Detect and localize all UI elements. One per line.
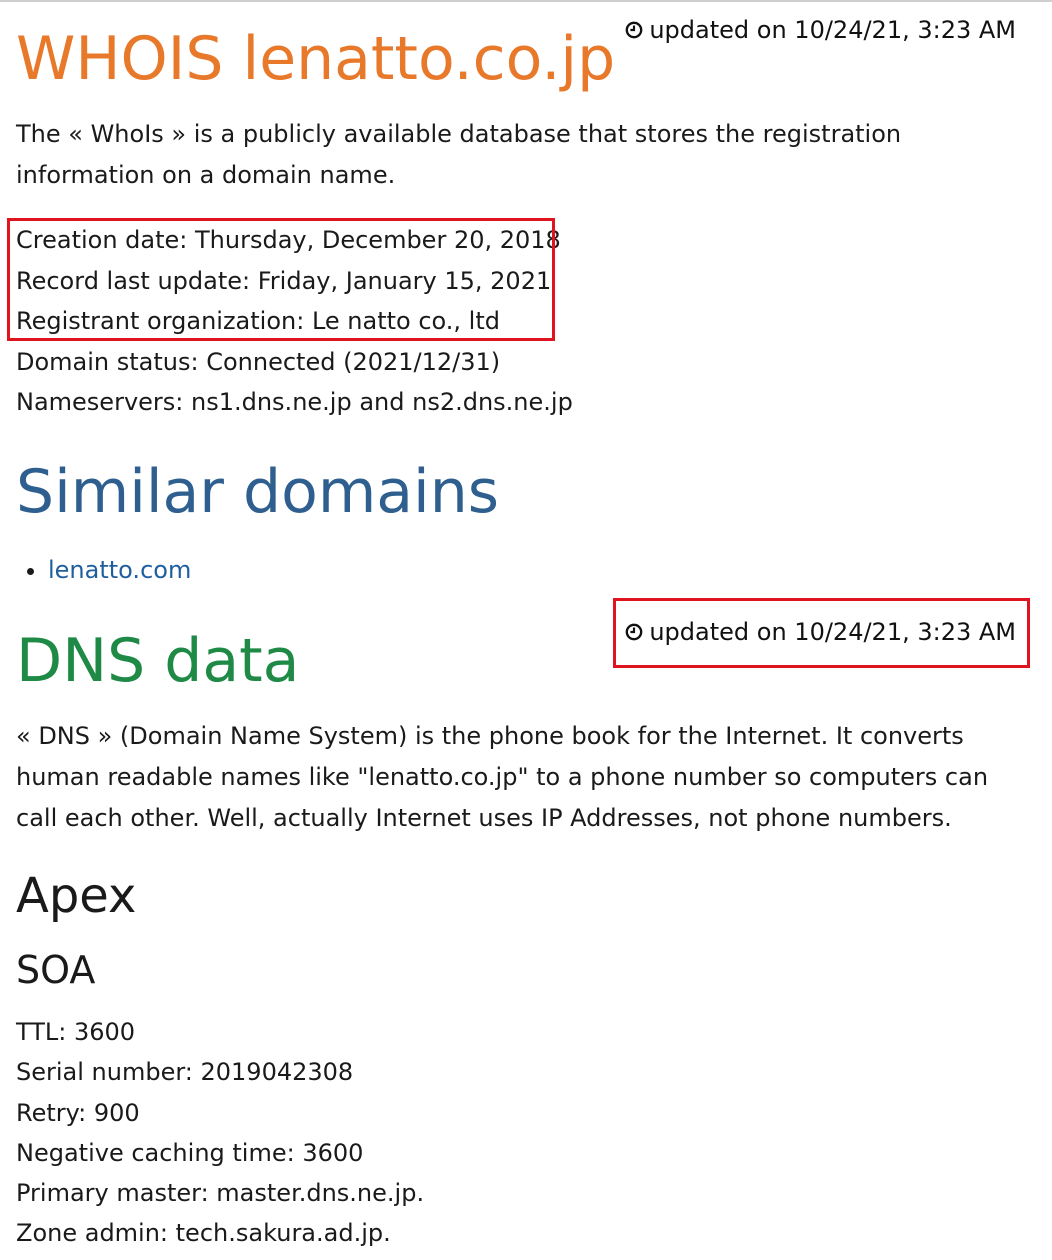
soa-fields: TTL: 3600 Serial number: 2019042308 Retr… (16, 1012, 424, 1254)
domain-status: Domain status: Connected (2021/12/31) (16, 347, 501, 376)
dns-data-title: DNS data (16, 626, 300, 696)
soa-serial-number: Serial number: 2019042308 (16, 1058, 354, 1087)
highlight-box-dns-updated (613, 598, 1030, 668)
soa-retry: Retry: 900 (16, 1098, 140, 1127)
nameservers: Nameservers: ns1.dns.ne.jp and ns2.dns.n… (16, 388, 573, 416)
highlight-box-whois-fields (7, 218, 555, 341)
whois-title: WHOIS lenatto.co.jp (16, 24, 616, 94)
list-item: lenatto.com (48, 550, 191, 590)
similar-domain-link[interactable]: lenatto.com (48, 556, 191, 584)
similar-domains-list: lenatto.com (16, 550, 191, 590)
soa-heading: SOA (16, 948, 96, 992)
dns-intro: « DNS » (Domain Name System) is the phon… (16, 722, 989, 832)
updated-text: updated on 10/24/21, 3:23 AM (649, 16, 1016, 44)
clock-icon (625, 21, 643, 39)
whois-intro: The « WhoIs » is a publicly available da… (16, 120, 902, 189)
soa-ttl: TTL: 3600 (16, 1018, 136, 1046)
apex-heading: Apex (16, 868, 137, 924)
soa-primary-master: Primary master: master.dns.ne.jp. (16, 1179, 425, 1208)
whois-updated-timestamp: updated on 10/24/21, 3:23 AM (625, 16, 1016, 44)
similar-domains-title: Similar domains (16, 457, 500, 527)
soa-negative-caching-time: Negative caching time: 3600 (16, 1138, 364, 1167)
soa-zone-admin: Zone admin: tech.sakura.ad.jp. (16, 1219, 391, 1248)
